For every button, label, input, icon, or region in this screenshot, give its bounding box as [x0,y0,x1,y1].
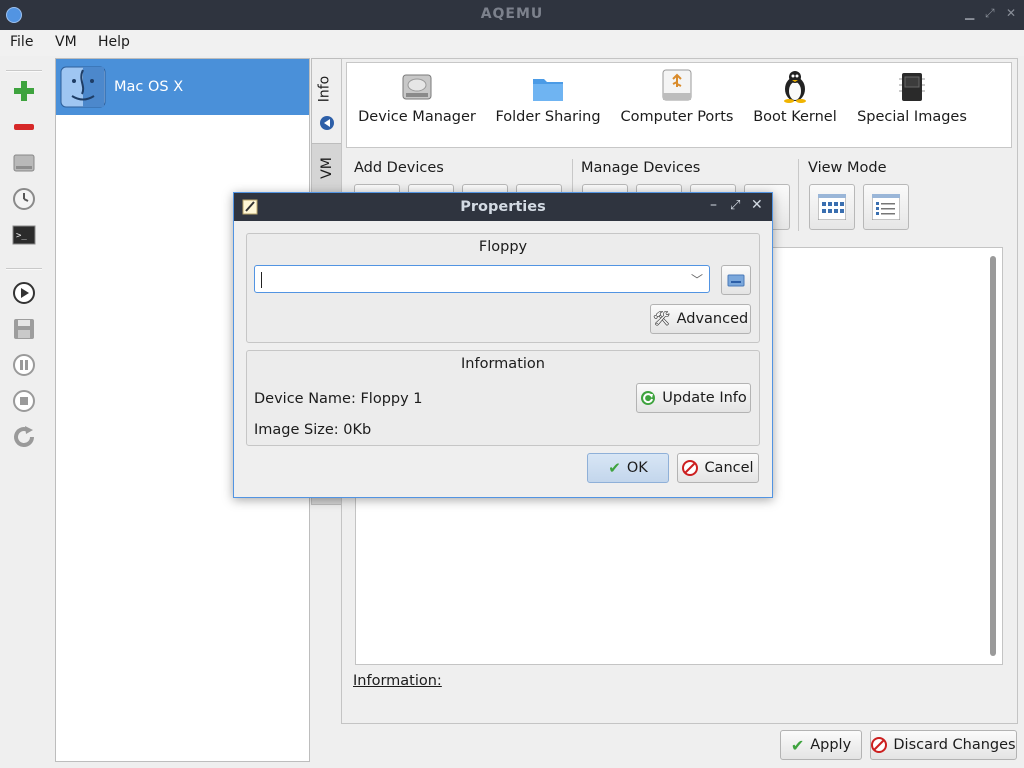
floppy-group-title: Floppy [478,239,528,255]
chip-icon [899,73,925,101]
boot-kernel-label: Boot Kernel [753,109,837,125]
floppy-drive-icon [727,274,745,287]
close-icon[interactable]: ✕ [1006,6,1016,20]
icon-view-button[interactable] [809,184,855,230]
update-info-button[interactable]: Update Info [636,383,751,413]
vertical-scrollbar[interactable] [990,256,996,656]
minimize-icon[interactable]: ▁ [965,6,974,20]
reset-icon[interactable] [10,423,38,451]
menu-vm[interactable]: VM [55,34,77,50]
maximize-icon[interactable]: ⤢ [985,6,995,21]
clock-icon[interactable] [10,185,38,213]
tools-icon: 🛠 [652,311,671,327]
device-manager-button[interactable]: Device Manager [357,69,477,125]
hard-drive-icon [402,74,432,100]
save-icon[interactable] [10,315,38,343]
advanced-label: Advanced [676,311,749,327]
menu-file[interactable]: File [10,34,33,50]
tux-penguin-icon [784,71,806,103]
folder-sharing-label: Folder Sharing [495,109,601,125]
add-devices-label: Add Devices [354,160,444,176]
checkmark-icon: ✔ [790,735,805,755]
dialog-titlebar: Properties – ⤢ ✕ [234,193,772,221]
special-images-label: Special Images [857,109,967,125]
window-titlebar: AQEMU ▁ ⤢ ✕ [0,0,1024,30]
boot-kernel-button[interactable]: Boot Kernel [750,69,840,125]
refresh-icon [641,391,656,405]
device-manager-label: Device Manager [358,109,476,125]
advanced-button[interactable]: 🛠 Advanced [650,304,751,334]
cancel-label: Cancel [704,460,754,476]
apply-label: Apply [810,737,852,753]
pause-icon[interactable] [10,351,38,379]
vm-list-item[interactable]: Mac OS X [56,59,309,115]
toolbar-separator [6,70,42,72]
list-view-button[interactable] [863,184,909,230]
dialog-maximize-icon[interactable]: ⤢ [730,198,740,213]
stop-icon[interactable] [10,387,38,415]
discard-changes-button[interactable]: Discard Changes [870,730,1017,760]
cancel-icon [871,737,888,753]
dialog-title: Properties [460,199,546,215]
information-group-title: Information [461,356,545,372]
terminal-icon[interactable]: >_ [10,221,38,249]
add-vm-icon[interactable] [10,77,38,105]
image-size-text: Image Size: 0Kb [254,422,372,438]
window-title: AQEMU [480,6,544,22]
cancel-button[interactable]: Cancel [677,453,759,483]
special-images-button[interactable]: Special Images [857,69,967,125]
discard-changes-label: Discard Changes [893,737,1016,753]
folder-icon [533,79,563,101]
menu-bar: File VM Help [0,30,1024,56]
tab-info-label: Info [316,75,333,103]
checkmark-icon: ✔ [608,459,621,477]
computer-ports-label: Computer Ports [620,109,734,125]
dialog-minimize-icon[interactable]: – [710,197,717,213]
icon-view-icon [818,194,846,220]
computer-ports-button[interactable]: Computer Ports [617,69,737,125]
dialog-close-icon[interactable]: ✕ [751,197,763,213]
manage-devices-label: Manage Devices [581,160,701,176]
ok-label: OK [626,460,648,476]
ok-button[interactable]: ✔ OK [587,453,669,483]
chevron-down-icon[interactable]: ﹀ [691,271,703,288]
info-tab-icon [320,116,334,130]
view-mode-label: View Mode [808,160,887,176]
usb-icon [662,69,692,101]
browse-floppy-button[interactable] [721,265,751,295]
floppy-groupbox: Floppy ﹀ 🛠 Advanced [246,233,760,343]
hard-disk-icon[interactable] [10,149,38,177]
tab-info[interactable]: Info [311,58,343,145]
floppy-image-combobox[interactable]: ﹀ [254,265,710,293]
properties-dialog: Properties – ⤢ ✕ Floppy ﹀ 🛠 Advanced Inf… [233,192,773,498]
vm-name: Mac OS X [114,79,184,95]
update-info-label: Update Info [662,390,747,406]
svg-text:>_: >_ [16,231,27,241]
folder-sharing-button[interactable]: Folder Sharing [489,69,607,125]
list-view-icon [872,194,900,220]
group-separator [798,159,799,231]
information-groupbox: Information Device Name: Floppy 1 Image … [246,350,760,446]
toolbar-separator [6,268,42,270]
menu-help[interactable]: Help [98,34,130,50]
start-icon[interactable] [10,279,38,307]
remove-vm-icon[interactable] [10,113,38,141]
tab-vm-label: VM [318,157,335,179]
device-name-text: Device Name: Floppy 1 [254,391,423,407]
mac-os-icon [60,66,106,108]
device-toolbar: Device Manager Folder Sharing Computer P… [346,62,1012,148]
text-cursor [261,272,262,288]
apply-button[interactable]: ✔ Apply [780,730,862,760]
cancel-icon [682,460,699,476]
information-label: Information: [353,673,442,689]
